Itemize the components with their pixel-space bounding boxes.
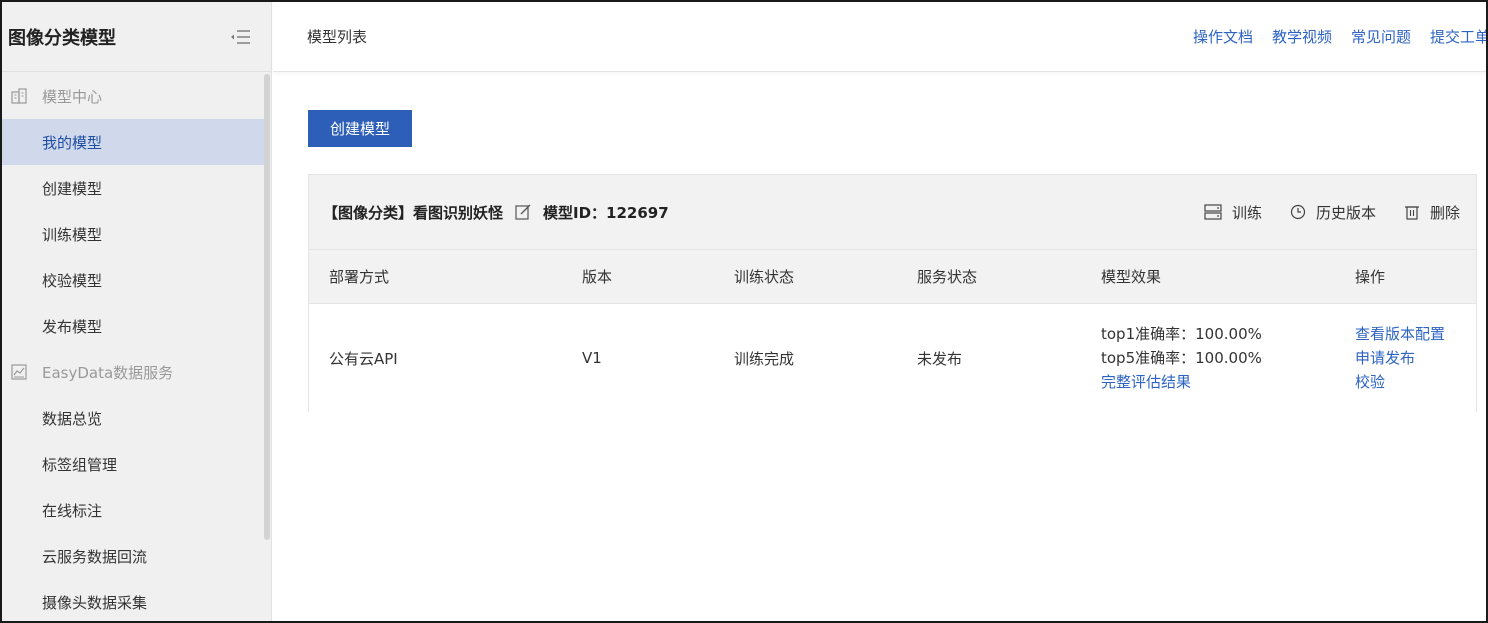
table-row: 公有云API V1 训练完成 未发布 top1准确率：100.00% top5准… — [309, 304, 1476, 412]
view-version-config-link[interactable]: 查看版本配置 — [1355, 322, 1445, 346]
model-card: 【图像分类】看图识别妖怪 模型ID：122697 训练 历史版本 删除 部署方式… — [308, 174, 1477, 412]
sidebar-item-publish-model[interactable]: 发布模型 — [2, 303, 264, 349]
sidebar-header: 图像分类模型 — [2, 2, 271, 72]
tutorial-video-link[interactable]: 教学视频 — [1272, 26, 1332, 47]
help-links: 操作文档 教学视频 常见问题 提交工单 — [1193, 26, 1486, 47]
col-model-effect: 模型效果 — [1101, 268, 1162, 286]
top1-accuracy: top1准确率：100.00% — [1101, 325, 1262, 343]
building-icon — [10, 87, 28, 105]
deploy-method: 公有云API — [329, 349, 398, 368]
col-service-status: 服务状态 — [917, 268, 978, 286]
operations: 查看版本配置 申请发布 校验 — [1355, 322, 1445, 394]
sidebar-item-label: 标签组管理 — [42, 455, 118, 474]
history-versions-label: 历史版本 — [1315, 203, 1376, 222]
app-window: 图像分类模型 模型中心 我的模型 创建模型 训练模型 校验模型 发布模型 Eas… — [0, 0, 1488, 623]
service-status: 未发布 — [917, 349, 963, 368]
page-title: 模型列表 — [307, 28, 368, 46]
sidebar-group-label: EasyData数据服务 — [42, 363, 174, 382]
sidebar-nav: 模型中心 我的模型 创建模型 训练模型 校验模型 发布模型 EasyData数据… — [2, 73, 264, 621]
sidebar-item-my-models[interactable]: 我的模型 — [2, 119, 264, 165]
col-deploy: 部署方式 — [329, 268, 390, 286]
col-train-status: 训练状态 — [734, 268, 795, 286]
trash-icon — [1404, 206, 1419, 220]
sidebar-item-label-groups[interactable]: 标签组管理 — [2, 441, 264, 487]
sidebar-item-label: 数据总览 — [42, 409, 103, 428]
faq-link[interactable]: 常见问题 — [1351, 26, 1411, 47]
delete-label: 删除 — [1429, 203, 1460, 222]
sidebar-item-label: 创建模型 — [42, 179, 103, 198]
sidebar-item-label: 云服务数据回流 — [42, 547, 148, 566]
train-status: 训练完成 — [734, 349, 795, 368]
sidebar-item-label: 发布模型 — [42, 317, 103, 336]
version: V1 — [582, 349, 602, 367]
sidebar-group-label: 模型中心 — [42, 87, 103, 106]
sidebar-group-easydata: EasyData数据服务 — [2, 349, 264, 395]
train-icon — [1204, 204, 1222, 220]
delete-action[interactable]: 删除 — [1404, 202, 1460, 223]
sidebar-item-label: 训练模型 — [42, 225, 103, 244]
sidebar-item-label: 在线标注 — [42, 501, 103, 520]
create-model-button[interactable]: 创建模型 — [308, 110, 412, 147]
full-eval-link[interactable]: 完整评估结果 — [1101, 370, 1262, 394]
sidebar-item-validate-model[interactable]: 校验模型 — [2, 257, 264, 303]
app-title: 图像分类模型 — [8, 27, 116, 49]
sidebar: 图像分类模型 模型中心 我的模型 创建模型 训练模型 校验模型 发布模型 Eas… — [2, 2, 272, 621]
train-action[interactable]: 训练 — [1204, 202, 1262, 223]
table-header: 部署方式 版本 训练状态 服务状态 模型效果 操作 — [309, 250, 1476, 304]
sidebar-item-camera-collection[interactable]: 摄像头数据采集 — [2, 579, 264, 621]
model-card-header: 【图像分类】看图识别妖怪 模型ID：122697 训练 历史版本 删除 — [309, 175, 1476, 250]
clock-icon — [1290, 204, 1306, 220]
collapse-menu-icon[interactable] — [227, 29, 251, 45]
validate-link[interactable]: 校验 — [1355, 370, 1445, 394]
sidebar-item-label: 校验模型 — [42, 271, 103, 290]
top5-accuracy: top5准确率：100.00% — [1101, 349, 1262, 367]
col-version: 版本 — [582, 268, 613, 286]
history-versions-action[interactable]: 历史版本 — [1290, 202, 1376, 223]
model-name: 【图像分类】看图识别妖怪 — [323, 203, 504, 222]
sidebar-item-create-model[interactable]: 创建模型 — [2, 165, 264, 211]
col-operations: 操作 — [1355, 268, 1386, 286]
sidebar-item-online-labeling[interactable]: 在线标注 — [2, 487, 264, 533]
sidebar-group-model-center: 模型中心 — [2, 73, 264, 119]
model-id: 模型ID：122697 — [543, 203, 669, 222]
submit-ticket-link[interactable]: 提交工单 — [1430, 26, 1486, 47]
docs-link[interactable]: 操作文档 — [1193, 26, 1253, 47]
chart-icon — [10, 363, 28, 381]
top-bar: 模型列表 操作文档 教学视频 常见问题 提交工单 — [273, 2, 1486, 72]
sidebar-item-label: 摄像头数据采集 — [42, 593, 148, 612]
sidebar-item-label: 我的模型 — [42, 133, 103, 152]
sidebar-item-cloud-reflow[interactable]: 云服务数据回流 — [2, 533, 264, 579]
sidebar-scrollbar[interactable] — [264, 74, 270, 540]
model-effect: top1准确率：100.00% top5准确率：100.00% 完整评估结果 — [1101, 322, 1262, 394]
sidebar-item-train-model[interactable]: 训练模型 — [2, 211, 264, 257]
sidebar-item-data-overview[interactable]: 数据总览 — [2, 395, 264, 441]
train-label: 训练 — [1231, 203, 1262, 222]
edit-icon[interactable] — [515, 204, 531, 220]
apply-publish-link[interactable]: 申请发布 — [1355, 346, 1445, 370]
